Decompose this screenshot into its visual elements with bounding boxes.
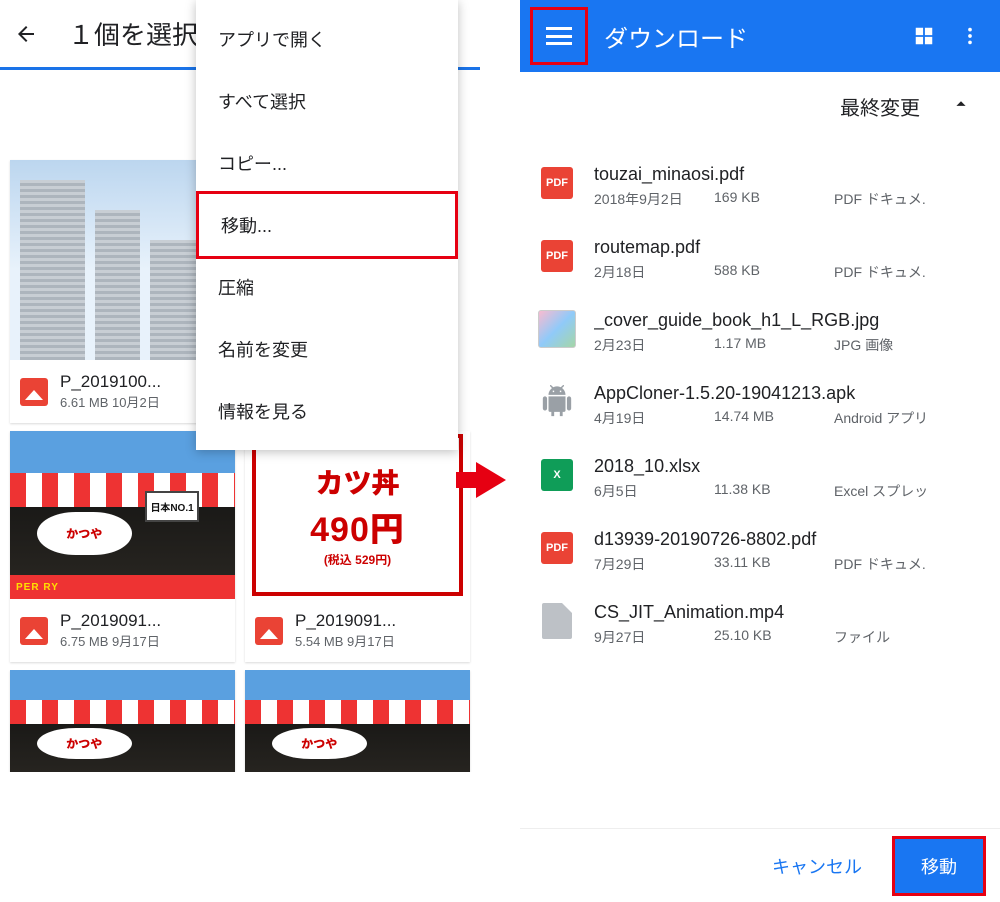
photo-filename: P_2019100... bbox=[60, 372, 161, 392]
file-meta: 2月18日588 KBPDF ドキュメ. bbox=[594, 262, 982, 282]
menu-rename[interactable]: 名前を変更 bbox=[196, 318, 458, 380]
file-name: CS_JIT_Animation.mp4 bbox=[594, 602, 982, 623]
file-meta: 2018年9月2日169 KBPDF ドキュメ. bbox=[594, 189, 982, 209]
pdf-icon: PDF bbox=[541, 532, 573, 564]
sort-label: 最終変更 bbox=[840, 92, 920, 121]
file-name: touzai_minaosi.pdf bbox=[594, 164, 982, 185]
more-options-button[interactable] bbox=[950, 16, 990, 56]
back-arrow-icon[interactable] bbox=[14, 22, 38, 46]
move-button[interactable]: 移動 bbox=[892, 836, 986, 896]
menu-move[interactable]: 移動... bbox=[196, 191, 458, 259]
menu-compress[interactable]: 圧縮 bbox=[196, 256, 458, 318]
image-icon bbox=[255, 617, 283, 645]
photo-meta: 5.54 MB 9月17日 bbox=[295, 631, 396, 650]
file-row[interactable]: AppCloner-1.5.20-19041213.apk 4月19日14.74 … bbox=[538, 369, 982, 442]
file-row[interactable]: _cover_guide_book_h1_L_RGB.jpg 2月23日1.17 … bbox=[538, 296, 982, 369]
file-name: routemap.pdf bbox=[594, 237, 982, 258]
selection-count-title: １個を選択 bbox=[68, 15, 198, 52]
file-meta: 7月29日33.11 KBPDF ドキュメ. bbox=[594, 554, 982, 574]
view-toggle-button[interactable] bbox=[904, 16, 944, 56]
hamburger-icon bbox=[546, 27, 572, 45]
image-icon bbox=[20, 378, 48, 406]
sort-bar[interactable]: 最終変更 bbox=[520, 72, 1000, 140]
file-meta: 9月27日25.10 KBファイル bbox=[594, 627, 982, 647]
photo-filename: P_2019091... bbox=[295, 611, 396, 631]
file-row[interactable]: PDF d13939-20190726-8802.pdf 7月29日33.11 KB… bbox=[538, 515, 982, 588]
pdf-icon: PDF bbox=[541, 167, 573, 199]
file-name: AppCloner-1.5.20-19041213.apk bbox=[594, 383, 982, 404]
photo-card[interactable]: かつや PER RY bbox=[10, 670, 235, 772]
image-thumbnail-icon bbox=[538, 310, 576, 348]
photo-card[interactable]: かつや 日本NO.1 PER RY P_2019091... 6.75 MB 9… bbox=[10, 431, 235, 662]
right-appbar: ダウンロード bbox=[520, 0, 1000, 72]
photo-card[interactable]: かつや PER bbox=[245, 670, 470, 772]
page-title: ダウンロード bbox=[604, 19, 898, 54]
right-pane: ダウンロード 最終変更 PDF touzai_minaosi.pdf 2018年9月… bbox=[520, 0, 1000, 902]
xlsx-icon: X bbox=[541, 459, 573, 491]
photo-thumbnail: かつや PER bbox=[245, 670, 470, 772]
context-menu: アプリで開く すべて選択 コピー... 移動... 圧縮 名前を変更 情報を見る bbox=[196, 0, 458, 450]
file-list: PDF touzai_minaosi.pdf 2018年9月2日169 KBPDF … bbox=[520, 140, 1000, 661]
file-row[interactable]: X 2018_10.xlsx 6月5日11.38 KBExcel スプレッ bbox=[538, 442, 982, 515]
android-icon bbox=[538, 383, 576, 421]
step-arrow-icon bbox=[476, 462, 506, 498]
file-name: _cover_guide_book_h1_L_RGB.jpg bbox=[594, 310, 982, 331]
photo-meta: 6.61 MB 10月2日 bbox=[60, 392, 161, 411]
menu-copy[interactable]: コピー... bbox=[196, 132, 458, 194]
file-meta: 4月19日14.74 MBAndroid アプリ bbox=[594, 408, 982, 428]
sign-text-1: カツ丼 bbox=[315, 462, 399, 502]
file-name: 2018_10.xlsx bbox=[594, 456, 982, 477]
menu-open-with[interactable]: アプリで開く bbox=[196, 8, 458, 70]
photo-card[interactable]: カツ丼 490円 (税込 529円) P_2019091... 5.54 MB … bbox=[245, 431, 470, 662]
photo-thumbnail: かつや 日本NO.1 PER RY bbox=[10, 431, 235, 599]
file-row[interactable]: PDF touzai_minaosi.pdf 2018年9月2日169 KBPDF … bbox=[538, 150, 982, 223]
file-row[interactable]: PDF routemap.pdf 2月18日588 KBPDF ドキュメ. bbox=[538, 223, 982, 296]
photo-filename: P_2019091... bbox=[60, 611, 161, 631]
file-meta: 6月5日11.38 KBExcel スプレッ bbox=[594, 481, 982, 501]
generic-file-icon bbox=[542, 603, 572, 639]
left-pane: １個を選択 アプリで開く すべて選択 コピー... 移動... 圧縮 名前を変更… bbox=[0, 0, 480, 902]
sign-text-3: (税込 529円) bbox=[324, 551, 391, 568]
image-icon bbox=[20, 617, 48, 645]
photo-thumbnail: カツ丼 490円 (税込 529円) bbox=[245, 431, 470, 599]
cancel-button[interactable]: キャンセル bbox=[756, 841, 878, 891]
photo-thumbnail: かつや PER RY bbox=[10, 670, 235, 772]
file-name: d13939-20190726-8802.pdf bbox=[594, 529, 982, 550]
menu-info[interactable]: 情報を見る bbox=[196, 380, 458, 442]
photo-meta: 6.75 MB 9月17日 bbox=[60, 631, 161, 650]
file-row[interactable]: CS_JIT_Animation.mp4 9月27日25.10 KBファイル bbox=[538, 588, 982, 661]
chevron-up-icon bbox=[950, 93, 972, 120]
sign-text-2: 490円 bbox=[310, 502, 405, 551]
bottom-action-bar: キャンセル 移動 bbox=[520, 828, 1000, 902]
file-meta: 2月23日1.17 MBJPG 画像 bbox=[594, 335, 982, 355]
menu-select-all[interactable]: すべて選択 bbox=[196, 70, 458, 132]
hamburger-menu-button[interactable] bbox=[530, 7, 588, 65]
pdf-icon: PDF bbox=[541, 240, 573, 272]
